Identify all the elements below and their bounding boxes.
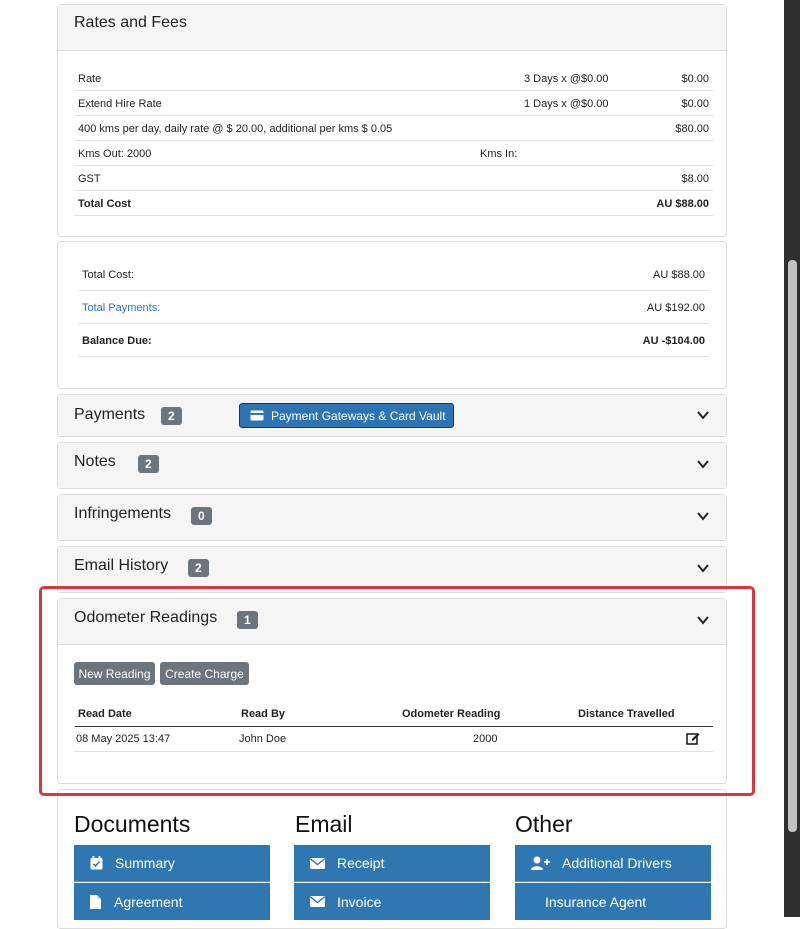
chevron-down-icon[interactable] bbox=[696, 457, 710, 471]
actions-card: Documents Email Other Summary Agreement … bbox=[57, 789, 727, 929]
kms-rate-label: 400 kms per day, daily rate @ $ 20.00, a… bbox=[78, 123, 393, 135]
payments-section[interactable]: Payments 2 Payment Gateways & Card Vault bbox=[57, 394, 727, 437]
insurance-agent-label: Insurance Agent bbox=[545, 893, 647, 910]
other-heading: Other bbox=[515, 811, 573, 837]
odometer-header[interactable]: Odometer Readings 1 bbox=[58, 599, 726, 645]
receipt-button[interactable]: Receipt bbox=[294, 845, 490, 882]
additional-drivers-label: Additional Drivers bbox=[562, 855, 672, 871]
totals-payments-row: Total Payments: AU $192.00 bbox=[79, 291, 709, 324]
notes-section[interactable]: Notes 2 bbox=[57, 442, 727, 489]
kms-row: Kms Out: 2000 Kms In: bbox=[75, 141, 713, 166]
odometer-table-header: Read Date Read By Odometer Reading Dista… bbox=[75, 703, 713, 727]
email-history-title: Email History bbox=[74, 557, 169, 574]
email-history-count-badge: 2 bbox=[188, 559, 209, 577]
calendar-check-icon bbox=[90, 856, 103, 870]
table-row: 08 May 2025 13:47 John Doe 2000 bbox=[75, 726, 713, 752]
extend-hire-label: Extend Hire Rate bbox=[78, 98, 162, 110]
rate-days: 3 Days x @$0.00 bbox=[524, 73, 609, 85]
notes-header[interactable]: Notes 2 bbox=[58, 443, 726, 488]
col-odometer-reading: Odometer Reading bbox=[402, 708, 501, 720]
total-cost-label: Total Cost bbox=[78, 198, 131, 210]
kms-rate-amount: $80.00 bbox=[675, 123, 709, 135]
kms-out: Kms Out: 2000 bbox=[78, 148, 152, 160]
document-icon bbox=[90, 894, 101, 909]
gst-row: GST $8.00 bbox=[75, 166, 713, 191]
total-payments-value: AU $192.00 bbox=[646, 302, 705, 314]
payments-title: Payments bbox=[74, 406, 146, 423]
agreement-button[interactable]: Agreement bbox=[74, 883, 270, 920]
totals-total-cost-row: Total Cost: AU $88.00 bbox=[79, 258, 709, 291]
scrollbar[interactable] bbox=[784, 0, 800, 917]
total-cost-row: Total Cost AU $88.00 bbox=[75, 191, 713, 216]
odometer-title: Odometer Readings bbox=[74, 609, 218, 626]
chevron-down-icon[interactable] bbox=[696, 613, 710, 627]
documents-heading: Documents bbox=[74, 811, 191, 837]
credit-card-icon bbox=[250, 410, 264, 421]
notes-title: Notes bbox=[74, 453, 116, 470]
chevron-down-icon[interactable] bbox=[696, 561, 710, 575]
total-payments-link[interactable]: Total Payments: bbox=[82, 302, 160, 314]
extend-hire-days: 1 Days x @$0.00 bbox=[524, 98, 609, 110]
agreement-label: Agreement bbox=[114, 893, 183, 910]
extend-hire-amount: $0.00 bbox=[681, 98, 709, 110]
odometer-table: Read Date Read By Odometer Reading Dista… bbox=[75, 703, 713, 752]
new-reading-button[interactable]: New Reading bbox=[74, 662, 155, 685]
chevron-down-icon[interactable] bbox=[696, 509, 710, 523]
col-read-date: Read Date bbox=[78, 708, 132, 720]
scrollbar-thumb[interactable] bbox=[788, 260, 797, 832]
create-charge-button[interactable]: Create Charge bbox=[160, 662, 249, 685]
totals-total-cost-value: AU $88.00 bbox=[653, 269, 705, 281]
infringements-title: Infringements bbox=[74, 505, 171, 522]
payment-gateways-label: Payment Gateways & Card Vault bbox=[271, 408, 446, 423]
infringements-count-badge: 0 bbox=[191, 507, 212, 525]
balance-label: Balance Due: bbox=[82, 335, 152, 347]
rates-card: Rates and Fees Rate 3 Days x @$0.00 $0.0… bbox=[57, 4, 727, 237]
edit-icon[interactable] bbox=[686, 731, 700, 745]
rate-row: Rate 3 Days x @$0.00 $0.00 bbox=[75, 66, 713, 91]
balance-row: Balance Due: AU -$104.00 bbox=[79, 324, 709, 357]
email-history-header[interactable]: Email History 2 bbox=[58, 547, 726, 592]
rate-label: Rate bbox=[78, 73, 102, 85]
infringements-header[interactable]: Infringements 0 bbox=[58, 495, 726, 540]
payment-gateways-button[interactable]: Payment Gateways & Card Vault bbox=[239, 403, 454, 428]
gst-amount: $8.00 bbox=[681, 173, 709, 185]
total-cost-amount: AU $88.00 bbox=[656, 198, 709, 210]
rates-title: Rates and Fees bbox=[74, 14, 187, 31]
payments-header[interactable]: Payments 2 Payment Gateways & Card Vault bbox=[58, 395, 726, 436]
read-by-cell: John Doe bbox=[239, 733, 287, 745]
totals-card: Total Cost: AU $88.00 Total Payments: AU… bbox=[57, 241, 727, 389]
rates-card-header: Rates and Fees bbox=[58, 5, 726, 51]
summary-button[interactable]: Summary bbox=[74, 845, 270, 882]
invoice-label: Invoice bbox=[337, 893, 382, 910]
user-plus-icon bbox=[531, 856, 550, 870]
odometer-count-badge: 1 bbox=[237, 611, 258, 629]
gst-label: GST bbox=[78, 173, 101, 185]
email-heading: Email bbox=[295, 811, 353, 837]
envelope-icon bbox=[310, 857, 325, 869]
odometer-section: Odometer Readings 1 New Reading Create C… bbox=[57, 598, 727, 784]
summary-label: Summary bbox=[115, 855, 175, 871]
extend-hire-row: Extend Hire Rate 1 Days x @$0.00 $0.00 bbox=[75, 91, 713, 116]
envelope-icon bbox=[310, 896, 325, 907]
balance-value: AU -$104.00 bbox=[642, 335, 705, 347]
chevron-down-icon[interactable] bbox=[696, 408, 710, 422]
odometer-reading-cell: 2000 bbox=[473, 733, 498, 745]
col-distance-travelled: Distance Travelled bbox=[578, 708, 675, 720]
infringements-section[interactable]: Infringements 0 bbox=[57, 494, 727, 541]
receipt-label: Receipt bbox=[337, 855, 385, 871]
read-date-cell: 08 May 2025 13:47 bbox=[76, 733, 171, 745]
rate-amount: $0.00 bbox=[681, 73, 709, 85]
payments-count-badge: 2 bbox=[161, 407, 182, 425]
kms-in: Kms In: bbox=[480, 148, 518, 160]
totals-total-cost-label: Total Cost: bbox=[82, 269, 134, 281]
notes-count-badge: 2 bbox=[138, 455, 159, 473]
kms-rate-row: 400 kms per day, daily rate @ $ 20.00, a… bbox=[75, 116, 713, 141]
insurance-agent-button[interactable]: Insurance Agent bbox=[515, 883, 711, 920]
col-read-by: Read By bbox=[241, 708, 286, 720]
email-history-section[interactable]: Email History 2 bbox=[57, 546, 727, 593]
invoice-button[interactable]: Invoice bbox=[294, 883, 490, 920]
additional-drivers-button[interactable]: Additional Drivers bbox=[515, 845, 711, 882]
